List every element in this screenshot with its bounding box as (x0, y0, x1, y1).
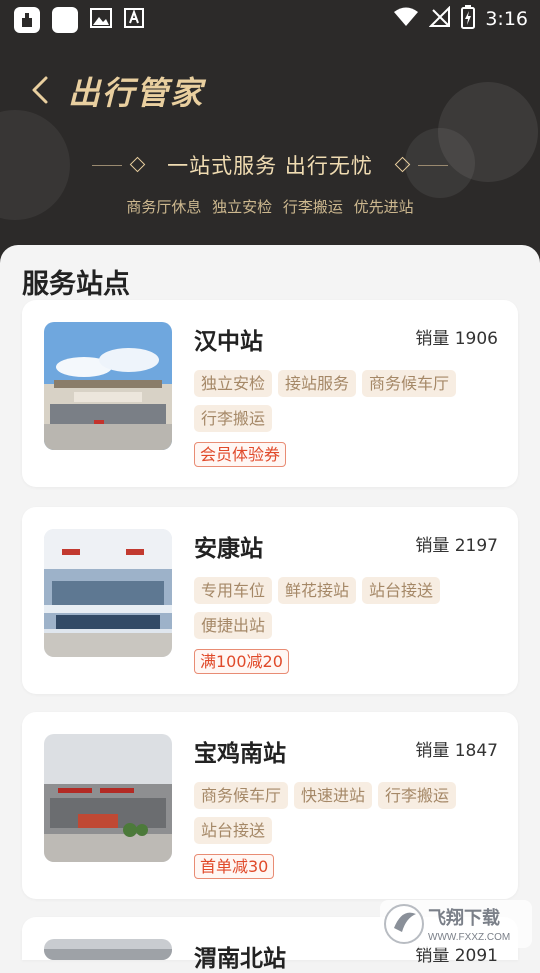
station-photo (44, 939, 172, 960)
decor-line (418, 165, 448, 166)
service-tag: 商务候车厅 (194, 782, 289, 809)
chevron-left-icon (32, 76, 48, 104)
service-tag: 商务候车厅 (362, 370, 457, 397)
slogan-row: 一站式服务 出行无忧 (0, 150, 540, 182)
service-tag: 快速进站 (294, 782, 373, 809)
promo-badge: 满100减20 (194, 649, 289, 674)
sales-count: 销量 2197 (415, 536, 498, 556)
station-name: 宝鸡南站 (194, 741, 286, 767)
service-tags: 商务候车厅 快速进站 行李搬运 站台接送 (194, 782, 504, 844)
image-icon (90, 8, 112, 32)
station-name: 渭南北站 (194, 946, 286, 972)
station-photo (44, 322, 172, 450)
service-tag: 独立安检 (194, 370, 273, 397)
feature-list: 商务厅休息 独立安检 行李搬运 优先进站 (126, 198, 414, 216)
no-signal-icon (428, 5, 451, 32)
station-photo (44, 529, 172, 657)
service-tags: 独立安检 接站服务 商务候车厅 行李搬运 (194, 370, 504, 432)
clock: 3:16 (485, 8, 528, 30)
station-name: 汉中站 (194, 329, 263, 355)
service-tag: 站台接送 (362, 577, 441, 604)
station-card-baojinan[interactable]: 宝鸡南站 销量 1847 商务候车厅 快速进站 行李搬运 站台接送 首单减30 (22, 712, 518, 899)
battery-charging-icon (461, 5, 476, 33)
sales-count: 销量 1847 (415, 741, 498, 761)
section-title: 服务站点 (22, 269, 130, 300)
station-card-hanzhong[interactable]: 汉中站 销量 1906 独立安检 接站服务 商务候车厅 行李搬运 会员体验券 (22, 300, 518, 487)
service-tag: 行李搬运 (378, 782, 457, 809)
back-button[interactable] (26, 72, 54, 108)
service-tag: 接站服务 (278, 370, 357, 397)
station-name: 安康站 (194, 536, 263, 562)
service-tag: 专用车位 (194, 577, 273, 604)
svg-text:WWW.FXXZ.COM: WWW.FXXZ.COM (428, 932, 510, 943)
service-tag: 鲜花接站 (278, 577, 357, 604)
header-area: 3:16 出行管家 一站式服务 出行无忧 商务厅休息 独立安检 行李搬运 优先进… (0, 0, 540, 270)
sales-count: 销量 1906 (415, 329, 498, 349)
text-a-icon (124, 8, 144, 32)
white-square-icon (52, 7, 78, 33)
wifi-icon (393, 7, 419, 31)
watermark-logo: 飞翔下载 WWW.FXXZ.COM (380, 898, 532, 950)
station-photo (44, 734, 172, 862)
service-tag: 行李搬运 (194, 405, 273, 432)
service-tags: 专用车位 鲜花接站 站台接送 便捷出站 (194, 577, 504, 639)
status-bar: 3:16 (0, 0, 540, 36)
service-tag: 站台接送 (194, 817, 273, 844)
promo-badge: 首单减30 (194, 854, 275, 879)
slogan: 一站式服务 出行无忧 (167, 154, 373, 178)
page-title: 出行管家 (68, 74, 205, 112)
promo-badge: 会员体验券 (194, 442, 287, 467)
station-card-ankang[interactable]: 安康站 销量 2197 专用车位 鲜花接站 站台接送 便捷出站 满100减20 (22, 507, 518, 694)
app-icon (14, 7, 40, 33)
svg-text:飞翔下载: 飞翔下载 (428, 907, 500, 928)
service-tag: 便捷出站 (194, 612, 273, 639)
